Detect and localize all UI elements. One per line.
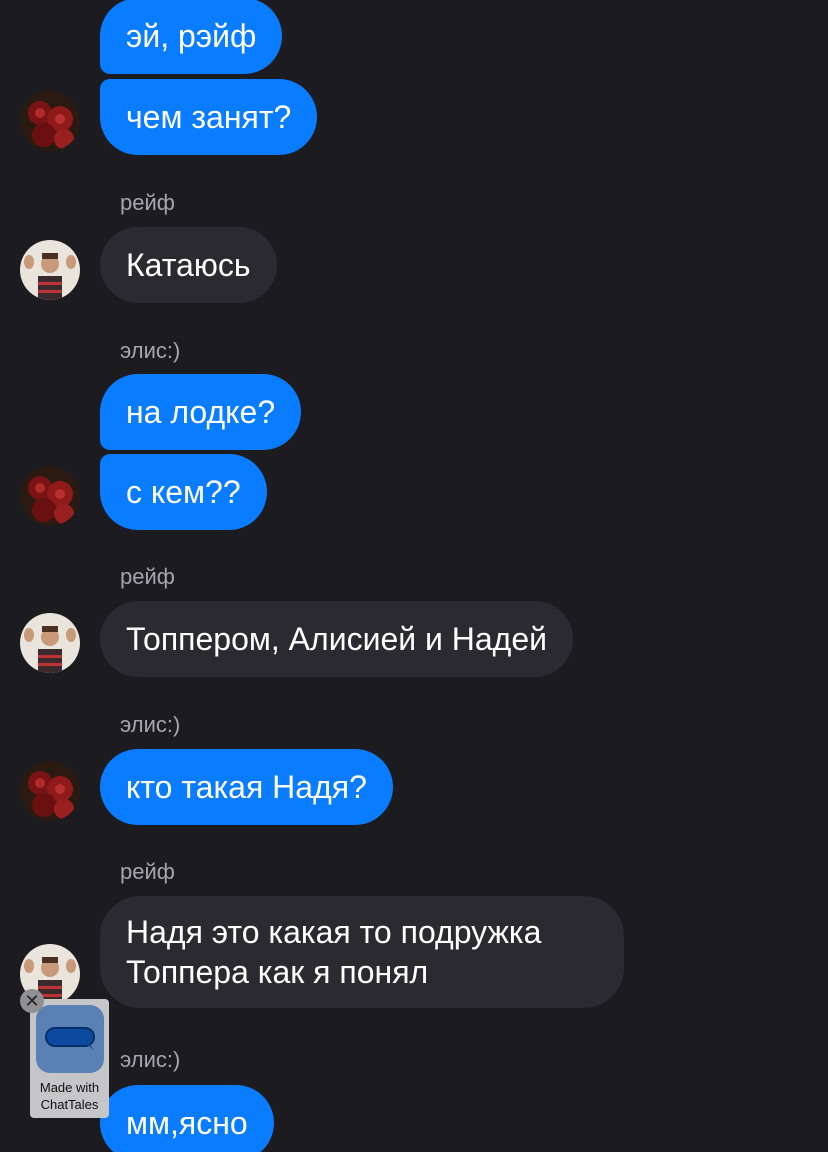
- message-bubble[interactable]: эй, рэйф: [100, 0, 283, 74]
- message-bubble[interactable]: чем занят?: [100, 79, 318, 155]
- watermark-text: Made with ChatTales: [40, 1079, 99, 1113]
- watermark-line2: ChatTales: [40, 1097, 99, 1112]
- person-waving-avatar[interactable]: [20, 240, 80, 300]
- chat-bubble-icon: [35, 1005, 104, 1073]
- chat-thread[interactable]: эй, рэйф чем занят? рейф Катаюсь элис:) …: [0, 0, 828, 1152]
- message-bubble[interactable]: на лодке?: [100, 374, 302, 450]
- watermark-line1: Made with: [39, 1080, 100, 1095]
- message-bubble[interactable]: кто такая Надя?: [100, 749, 393, 825]
- chattales-watermark[interactable]: Made with ChatTales: [30, 999, 109, 1118]
- sender-name: элис:): [120, 1047, 181, 1072]
- message-bubble[interactable]: Катаюсь: [100, 227, 277, 303]
- message-bubble[interactable]: Надя это какая то подружка Топпера как я…: [100, 896, 624, 1008]
- roses-avatar[interactable]: [20, 91, 80, 151]
- message-bubble[interactable]: Топпером, Алисией и Надей: [100, 601, 574, 677]
- message-bubble[interactable]: с кем??: [100, 454, 267, 530]
- roses-avatar[interactable]: [20, 466, 80, 526]
- sender-name: рейф: [120, 190, 175, 215]
- roses-avatar[interactable]: [20, 761, 80, 821]
- person-waving-avatar[interactable]: [20, 613, 80, 673]
- message-bubble[interactable]: мм,ясно: [100, 1085, 274, 1152]
- sender-name: рейф: [120, 564, 175, 589]
- sender-name: элис:): [120, 712, 181, 737]
- sender-name: рейф: [120, 859, 175, 884]
- sender-name: элис:): [120, 338, 181, 363]
- close-icon[interactable]: ✕: [20, 989, 44, 1013]
